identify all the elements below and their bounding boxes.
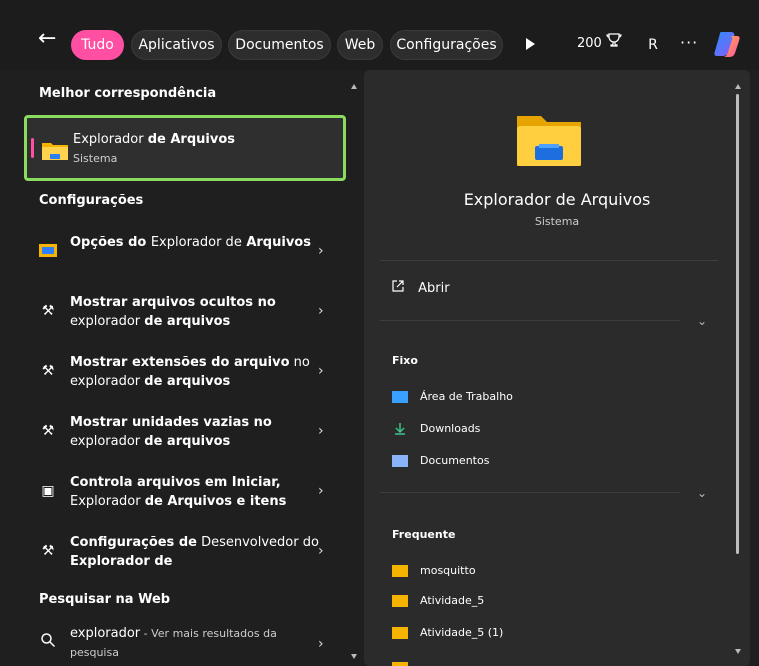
- selection-accent: [31, 138, 34, 158]
- preview-title: Explorador de Arquivos: [463, 190, 651, 209]
- divider: [380, 492, 680, 493]
- preview-pane: Explorador de Arquivos Sistema Abrir ⌄ F…: [364, 70, 750, 666]
- settings-window-icon: [38, 241, 58, 261]
- settings-item-2[interactable]: ⚒ Mostrar arquivos ocultos no explorador…: [24, 285, 346, 341]
- avatar[interactable]: R: [643, 35, 663, 55]
- empty-drives-icon: ⚒: [41, 423, 55, 439]
- tab-configuracoes[interactable]: Configurações: [390, 30, 503, 60]
- arrow-left-icon[interactable]: ←: [38, 28, 56, 50]
- chevron-right-icon: ›: [318, 303, 324, 319]
- pinned-item[interactable]: Downloads: [392, 422, 480, 435]
- pinned-header: Fixo: [392, 354, 418, 367]
- web-header: Pesquisar na Web: [39, 592, 171, 607]
- chevron-down-icon[interactable]: ⌄: [697, 486, 707, 500]
- chevron-right-icon: ›: [318, 483, 324, 499]
- frequent-item[interactable]: Atividade_5 (1): [392, 626, 503, 639]
- folder-large-icon: [515, 110, 583, 168]
- control-icon: ▣: [41, 483, 55, 499]
- trophy-icon[interactable]: [606, 32, 622, 52]
- best-match-subtitle: Sistema: [73, 152, 118, 165]
- open-action[interactable]: Abrir: [392, 280, 450, 296]
- settings-header: Configurações: [39, 193, 144, 208]
- chevron-right-icon: ›: [318, 543, 324, 559]
- settings-item-label: Mostrar extensões do arquivo no explorad…: [70, 355, 310, 389]
- open-external-icon: [392, 280, 408, 296]
- hidden-files-icon: ⚒: [41, 303, 55, 319]
- play-icon[interactable]: [526, 38, 535, 50]
- desktop-icon: [392, 391, 408, 403]
- settings-item-4[interactable]: ⚒ Mostrar unidades vazias no explorador …: [24, 405, 346, 461]
- frequent-item-cut[interactable]: [392, 656, 692, 666]
- scroll-up-icon[interactable]: [351, 84, 357, 89]
- settings-item-label: Configurações de Desenvolvedor do Explor…: [70, 535, 319, 569]
- best-match-title: Explorador de Arquivos: [73, 132, 235, 147]
- search-icon: [38, 632, 58, 652]
- settings-item-label: Mostrar unidades vazias no explorador de…: [70, 415, 272, 449]
- chevron-right-icon: ›: [318, 423, 324, 439]
- folder-icon: [392, 595, 408, 607]
- web-search-item[interactable]: explorador - Ver mais resultados da pesq…: [24, 622, 346, 666]
- settings-item-6[interactable]: ⚒ Configurações de Desenvolvedor do Expl…: [24, 525, 346, 581]
- scroll-up-icon[interactable]: [735, 84, 741, 89]
- search-top-bar: ← Tudo Aplicativos Documentos Web Config…: [0, 0, 759, 70]
- results-scrollbar[interactable]: [351, 84, 357, 664]
- tab-documentos[interactable]: Documentos: [228, 30, 331, 60]
- web-search-label: explorador - Ver mais resultados da pesq…: [70, 626, 277, 659]
- divider: [380, 320, 680, 321]
- settings-item-label: Mostrar arquivos ocultos no explorador d…: [70, 295, 276, 329]
- document-icon: [392, 455, 408, 467]
- settings-item-1[interactable]: Opções do Explorador de Arquivos ›: [24, 225, 346, 281]
- scroll-thumb[interactable]: [736, 94, 739, 554]
- scroll-down-icon[interactable]: [351, 654, 357, 659]
- settings-item-5[interactable]: ▣ Controla arquivos em Iniciar, Explorad…: [24, 465, 346, 521]
- chevron-down-icon[interactable]: ⌄: [697, 314, 707, 328]
- copilot-icon[interactable]: [713, 28, 745, 60]
- tab-aplicativos[interactable]: Aplicativos: [131, 30, 222, 60]
- folder-icon: [41, 140, 69, 162]
- settings-item-label: Controla arquivos em Iniciar, Explorador…: [70, 475, 287, 509]
- frequent-header: Frequente: [392, 528, 456, 541]
- developer-icon: ⚒: [41, 543, 55, 559]
- results-list: Melhor correspondência Explorador de Arq…: [24, 70, 360, 666]
- chevron-right-icon: ›: [318, 363, 324, 379]
- settings-item-3[interactable]: ⚒ Mostrar extensões do arquivo no explor…: [24, 345, 346, 401]
- more-options-icon[interactable]: ···: [680, 33, 698, 52]
- divider: [380, 260, 718, 261]
- file-extensions-icon: ⚒: [41, 363, 55, 379]
- best-match-explorer[interactable]: Explorador de Arquivos Sistema: [24, 115, 346, 181]
- scroll-down-icon[interactable]: [735, 649, 741, 654]
- points-count: 200: [577, 36, 602, 51]
- chevron-right-icon: ›: [318, 636, 324, 652]
- tab-web[interactable]: Web: [337, 30, 383, 60]
- chevron-right-icon: ›: [318, 243, 324, 259]
- best-match-header: Melhor correspondência: [39, 86, 217, 101]
- pinned-item[interactable]: Documentos: [392, 454, 489, 467]
- frequent-item[interactable]: Atividade_5: [392, 594, 484, 607]
- download-icon: [392, 423, 408, 435]
- folder-icon: [392, 627, 408, 639]
- folder-icon: [392, 662, 408, 666]
- tab-tudo[interactable]: Tudo: [71, 30, 124, 60]
- frequent-item[interactable]: mosquitto: [392, 564, 476, 577]
- settings-item-label: Opções do Explorador de Arquivos: [70, 235, 311, 250]
- pinned-item[interactable]: Área de Trabalho: [392, 390, 513, 403]
- folder-icon: [392, 565, 408, 577]
- preview-scrollbar[interactable]: [735, 84, 741, 654]
- preview-subtitle: Sistema: [534, 215, 580, 228]
